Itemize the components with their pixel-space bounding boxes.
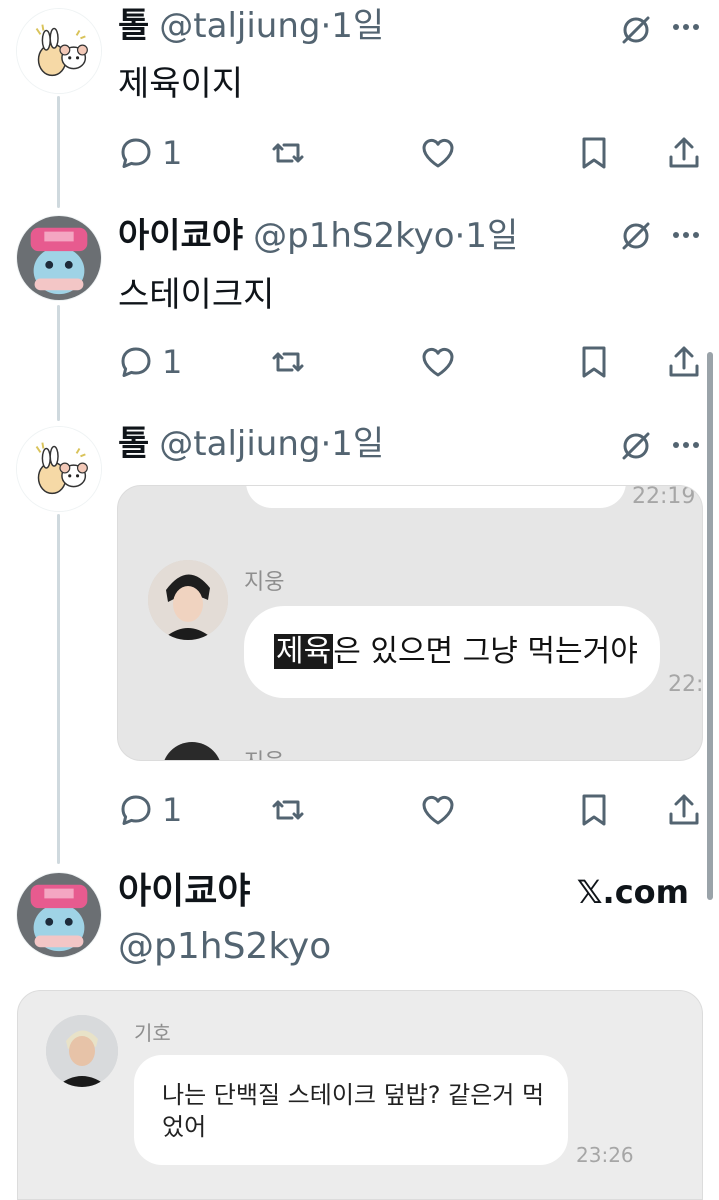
separator-dot: · [320,6,332,46]
avatar[interactable] [16,872,102,958]
timestamp[interactable]: 1일 [331,6,384,46]
like-button[interactable] [420,131,456,175]
avatar[interactable] [16,426,102,512]
avatar-plush-image [17,216,101,300]
like-icon [422,795,454,825]
thread-line [57,514,60,864]
display-name[interactable]: 아이쿄야 [118,870,250,914]
retweet-icon [272,143,304,163]
avatar-plush-image [17,873,101,957]
tweet-text: 스테이크지 [118,275,275,315]
reply-icon [121,347,151,377]
retweet-button[interactable] [270,788,306,832]
bookmark-button[interactable] [576,131,612,175]
bookmark-icon [582,794,606,826]
retweet-icon [272,352,304,372]
more-icon[interactable] [672,230,700,240]
reply-button[interactable]: 1 [118,340,182,384]
like-icon [422,138,454,168]
retweet-icon [272,800,304,820]
chat-message: 제육은 있으면 그냥 먹는거야 [274,634,638,670]
chat-sender-name: 기호 [134,1021,171,1045]
like-icon [422,347,454,377]
bookmark-icon [582,137,606,169]
avatar-rabbit-image [17,9,101,93]
share-icon [669,137,699,168]
share-button[interactable] [666,788,702,832]
grok-icon[interactable] [618,12,654,48]
chat-time: 22: [668,672,703,697]
chat-bubble: 나는 단백질 스테이크 덮밥? 같은거 먹었어 [134,1055,568,1165]
bookmark-button[interactable] [576,788,612,832]
chat-message: 나는 단백질 스테이크 덮밥? 같은거 먹었어 [162,1081,545,1141]
user-handle[interactable]: @taljiung·1일 [159,424,384,464]
share-button[interactable] [666,340,702,384]
highlighted-word: 제육 [274,634,334,669]
user-handle[interactable]: @p1hS2kyo [118,925,331,969]
thread-line [57,305,60,421]
tweet-header: 톨 @taljiung·1일 [118,424,384,464]
separator-dot: · [320,424,332,464]
tweet-header: 아이쿄야 @p1hS2kyo·1일 [118,216,518,256]
tweet-header: 톨 @taljiung·1일 [118,6,384,46]
display-name[interactable]: 톨 [118,6,149,46]
reply-icon [121,138,151,168]
chat-time: 22:19 [632,485,696,509]
share-icon [669,346,699,377]
thread-line [57,96,60,208]
reply-button[interactable]: 1 [118,788,182,832]
more-icon[interactable] [672,440,700,450]
user-handle[interactable]: @taljiung·1일 [159,6,384,46]
avatar[interactable] [16,8,102,94]
scrollbar[interactable] [707,352,713,900]
tweet-media-image[interactable]: 22:19 지웅 제육은 있으면 그냥 먹는거야 22: 지웅 [117,485,703,761]
reply-button[interactable]: 1 [118,131,182,175]
avatar-rabbit-image [17,427,101,511]
user-handle[interactable]: @p1hS2kyo·1일 [253,216,518,256]
chat-bubble: 제육은 있으면 그냥 먹는거야 [244,606,660,698]
display-name[interactable]: 톨 [118,424,149,464]
chat-message-rest: 은 있으면 그냥 먹는거야 [333,634,638,669]
chat-avatar [46,1015,118,1087]
separator-dot: · [454,216,466,256]
like-button[interactable] [420,340,456,384]
reply-count: 1 [162,134,183,172]
retweet-button[interactable] [270,340,306,384]
tweet-text: 제육이지 [118,64,244,104]
tweet-actions: 1 [118,788,708,832]
grok-icon[interactable] [618,218,654,254]
reply-count: 1 [162,791,183,829]
chat-avatar-partial [162,742,222,760]
share-button[interactable] [666,131,702,175]
bookmark-icon [582,346,606,378]
tweet-actions: 1 [118,131,708,175]
like-button[interactable] [420,788,456,832]
timestamp[interactable]: 1일 [331,424,384,464]
bookmark-button[interactable] [576,340,612,384]
retweet-button[interactable] [270,131,306,175]
tweet-actions: 1 [118,340,708,384]
chat-sender-name-partial: 지웅 [244,744,284,760]
tweet-media-image[interactable]: 기호 나는 단백질 스테이크 덮밥? 같은거 먹었어 23:26 [17,990,703,1200]
reply-icon [121,795,151,825]
reply-count: 1 [162,343,183,381]
display-name[interactable]: 아이쿄야 [118,216,243,256]
grok-icon[interactable] [618,428,654,464]
chat-sender-name: 지웅 [244,570,285,595]
chat-avatar [148,560,228,640]
share-icon [669,794,699,825]
x-logo-site: 𝕏.com [576,873,689,911]
avatar[interactable] [16,215,102,301]
more-icon[interactable] [672,22,700,32]
chat-time: 23:26 [576,1143,634,1167]
timestamp[interactable]: 1일 [465,216,518,256]
chat-bubble-partial [246,486,626,508]
